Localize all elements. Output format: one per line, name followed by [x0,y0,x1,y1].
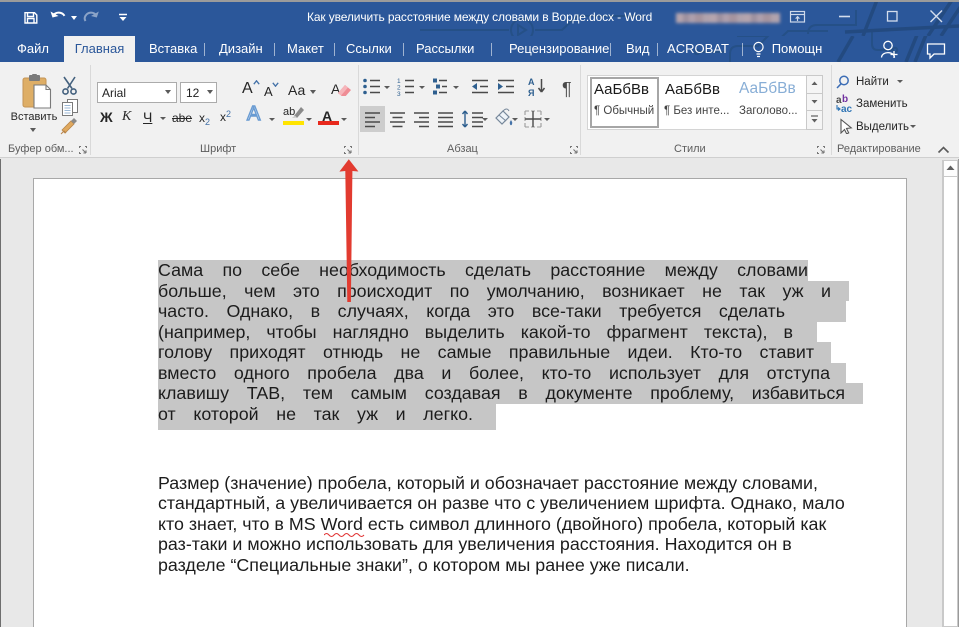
svg-text:ac: ac [841,104,853,115]
svg-text:Я: Я [528,88,534,98]
svg-text:А: А [528,77,535,87]
svg-text:¶: ¶ [562,79,572,99]
svg-text:3: 3 [397,91,401,98]
